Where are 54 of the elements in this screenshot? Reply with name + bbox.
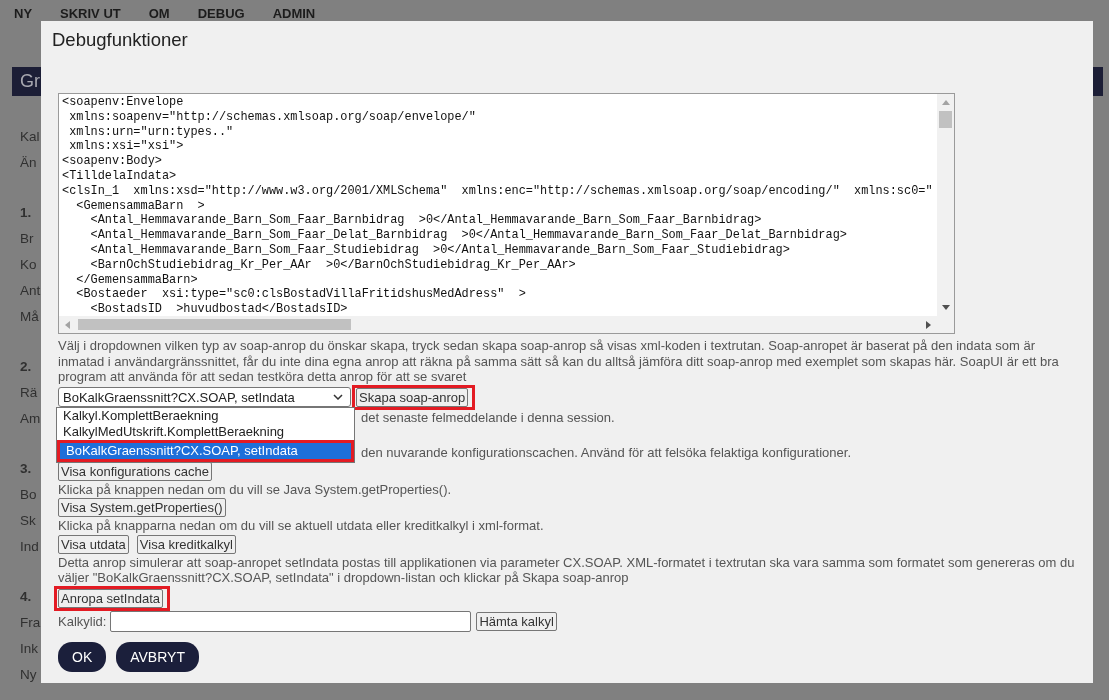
dropdown-option[interactable]: BoKalkGraenssnitt?CX.SOAP, setIndata: [60, 443, 351, 459]
sidebar-item[interactable]: Kal: [20, 128, 40, 144]
sidebar-item[interactable]: Må: [20, 308, 39, 324]
panel-title: Gr: [20, 71, 40, 92]
nav-item[interactable]: DEBUG: [197, 6, 245, 21]
sidebar-item[interactable]: Sk: [20, 512, 36, 528]
dropdown[interactable]: BoKalkGraenssnitt?CX.SOAP, setIndata: [58, 387, 351, 407]
action-button[interactable]: Skapa soap-anrop: [356, 387, 469, 407]
dropdown-option[interactable]: KalkylMedUtskrift.KomplettBeraekning: [57, 424, 354, 440]
sidebar-item[interactable]: Ko: [20, 256, 37, 272]
sidebar-item[interactable]: Bo: [20, 486, 37, 502]
field-label: Kalkylid:: [58, 613, 107, 629]
help-text: Detta anrop simulerar att soap-anropet setIndata postas till applikationen via parameter CX.SOAP. XML-formatet i textrutan ska vara samma som formatet som genereras om du väljer "BoKalkGraenssnitt?CX.SOAP, setIndata" i dropdown-listan och klickar på Skapa soap-anrop: [58, 554, 1076, 586]
help-text: Klicka på knappen nedan om du vill se Java System.getProperties().: [58, 481, 452, 497]
sidebar-item[interactable]: Fra: [20, 614, 41, 630]
nav-item[interactable]: SKRIV UT: [60, 6, 121, 21]
action-button[interactable]: Hämta kalkyl: [476, 611, 557, 631]
section-heading: 2.: [20, 358, 32, 374]
sidebar-item[interactable]: Br: [20, 230, 34, 246]
input-field[interactable]: [110, 610, 472, 632]
action-button[interactable]: Visa utdata: [58, 534, 129, 554]
section-heading: 1.: [20, 204, 32, 220]
triangle-down-icon[interactable]: [941, 305, 950, 310]
dialog-title: Debugfunktioner: [52, 28, 188, 52]
help-text: den nuvarande konfigurationscachen. Använd för att felsöka felaktiga konfigurationer.: [361, 445, 851, 461]
triangle-right-icon[interactable]: [926, 320, 931, 329]
help-text: det senaste felmeddelande i denna session.: [361, 409, 615, 425]
nav-item[interactable]: OM: [148, 6, 170, 21]
dropdown-option[interactable]: Kalkyl.KomplettBeraekning: [57, 408, 354, 424]
sidebar-item[interactable]: Rä: [20, 384, 38, 400]
dialog-button[interactable]: OK: [58, 641, 107, 672]
triangle-left-icon[interactable]: [65, 320, 70, 329]
sidebar-item[interactable]: Am: [20, 410, 41, 426]
xml-text-area[interactable]: <soapenv:Envelope xmlns:soapenv="http://schemas.xmlsoap.org/soap/envelope/" xmlns:urn="urn:types.." xmlns:xsi="xsi"> <soapenv:Body> <TilldelaIndata> <clsIn_1 xmlns:xsd="http://www.w3.org/2001/XMLSchema" xmlns:enc="http://schemas.xmlsoap.org/soap/encoding/" xmlns:sc0=" <GemensammaBarn > <Antal_Hemmavarande_Barn_Som_Faar_Barnbidrag >0</Antal_Hemmavarande_Barn_Som_Faar_Barnbidrag> <Antal_Hemmavarande_Barn_Som_Faar_Delat_Barnbidrag >0</Antal_Hemmavarande_Barn_Som_Faar_Delat_Barnbidrag> <Antal_Hemmavarande_Barn_Som_Faar_Studiebidrag >0</Antal_Hemmavarande_Barn_Som_Faar_Studiebidrag> <BarnOchStudiebidrag_Kr_Per_AAr >0</BarnOchStudiebidrag_Kr_Per_AAr> </GemensammaBarn> <Bostaeder xsi:type="sc0:clsBostadVillaFritidshusMedAdress" > <BostadsID >huvudbostad</BostadsID>: [58, 93, 955, 334]
action-button[interactable]: Anropa setIndata: [58, 588, 164, 608]
scrollbar-thumb[interactable]: [939, 111, 952, 128]
sidebar-item[interactable]: Ind: [20, 538, 39, 554]
panel-header: [1093, 67, 1103, 96]
sidebar-item[interactable]: Ny: [20, 666, 37, 682]
help-text: Välj i dropdownen vilken typ av soap-anrop du önskar skapa, tryck sedan skapa soap-anrop så visas xml-koden i textrutan. Soap-anropet är baserat på den indata som är inmatad i användargränssnittet, får du inte dina egna anrop att räkna på samma sätt så kan du alltså jämföra ditt soap-anrop med exemplet som skapas här. SoapUI är ett bra program att använda för att sedan testköra detta anrop för att se svaret: [58, 338, 1060, 385]
caret-icon: [333, 394, 343, 400]
action-button[interactable]: Visa kreditkalkyl: [136, 534, 236, 554]
help-text: Klicka på knapparna nedan om du vill se aktuell utdata eller kreditkalkyl i xml-format.: [58, 518, 544, 534]
nav-item[interactable]: ADMIN: [272, 6, 316, 21]
action-button[interactable]: Visa System.getProperties(): [58, 498, 226, 517]
section-heading: 4.: [20, 588, 32, 604]
triangle-up-icon[interactable]: [941, 100, 950, 105]
sidebar-item[interactable]: Ink: [20, 640, 38, 656]
dialog-button[interactable]: AVBRYT: [116, 641, 199, 672]
nav-item[interactable]: NY: [14, 6, 33, 21]
sidebar-item[interactable]: Än: [20, 154, 37, 170]
section-heading: 3.: [20, 460, 32, 476]
scrollbar-thumb[interactable]: [78, 319, 351, 330]
sidebar-item[interactable]: Ant: [20, 282, 41, 298]
